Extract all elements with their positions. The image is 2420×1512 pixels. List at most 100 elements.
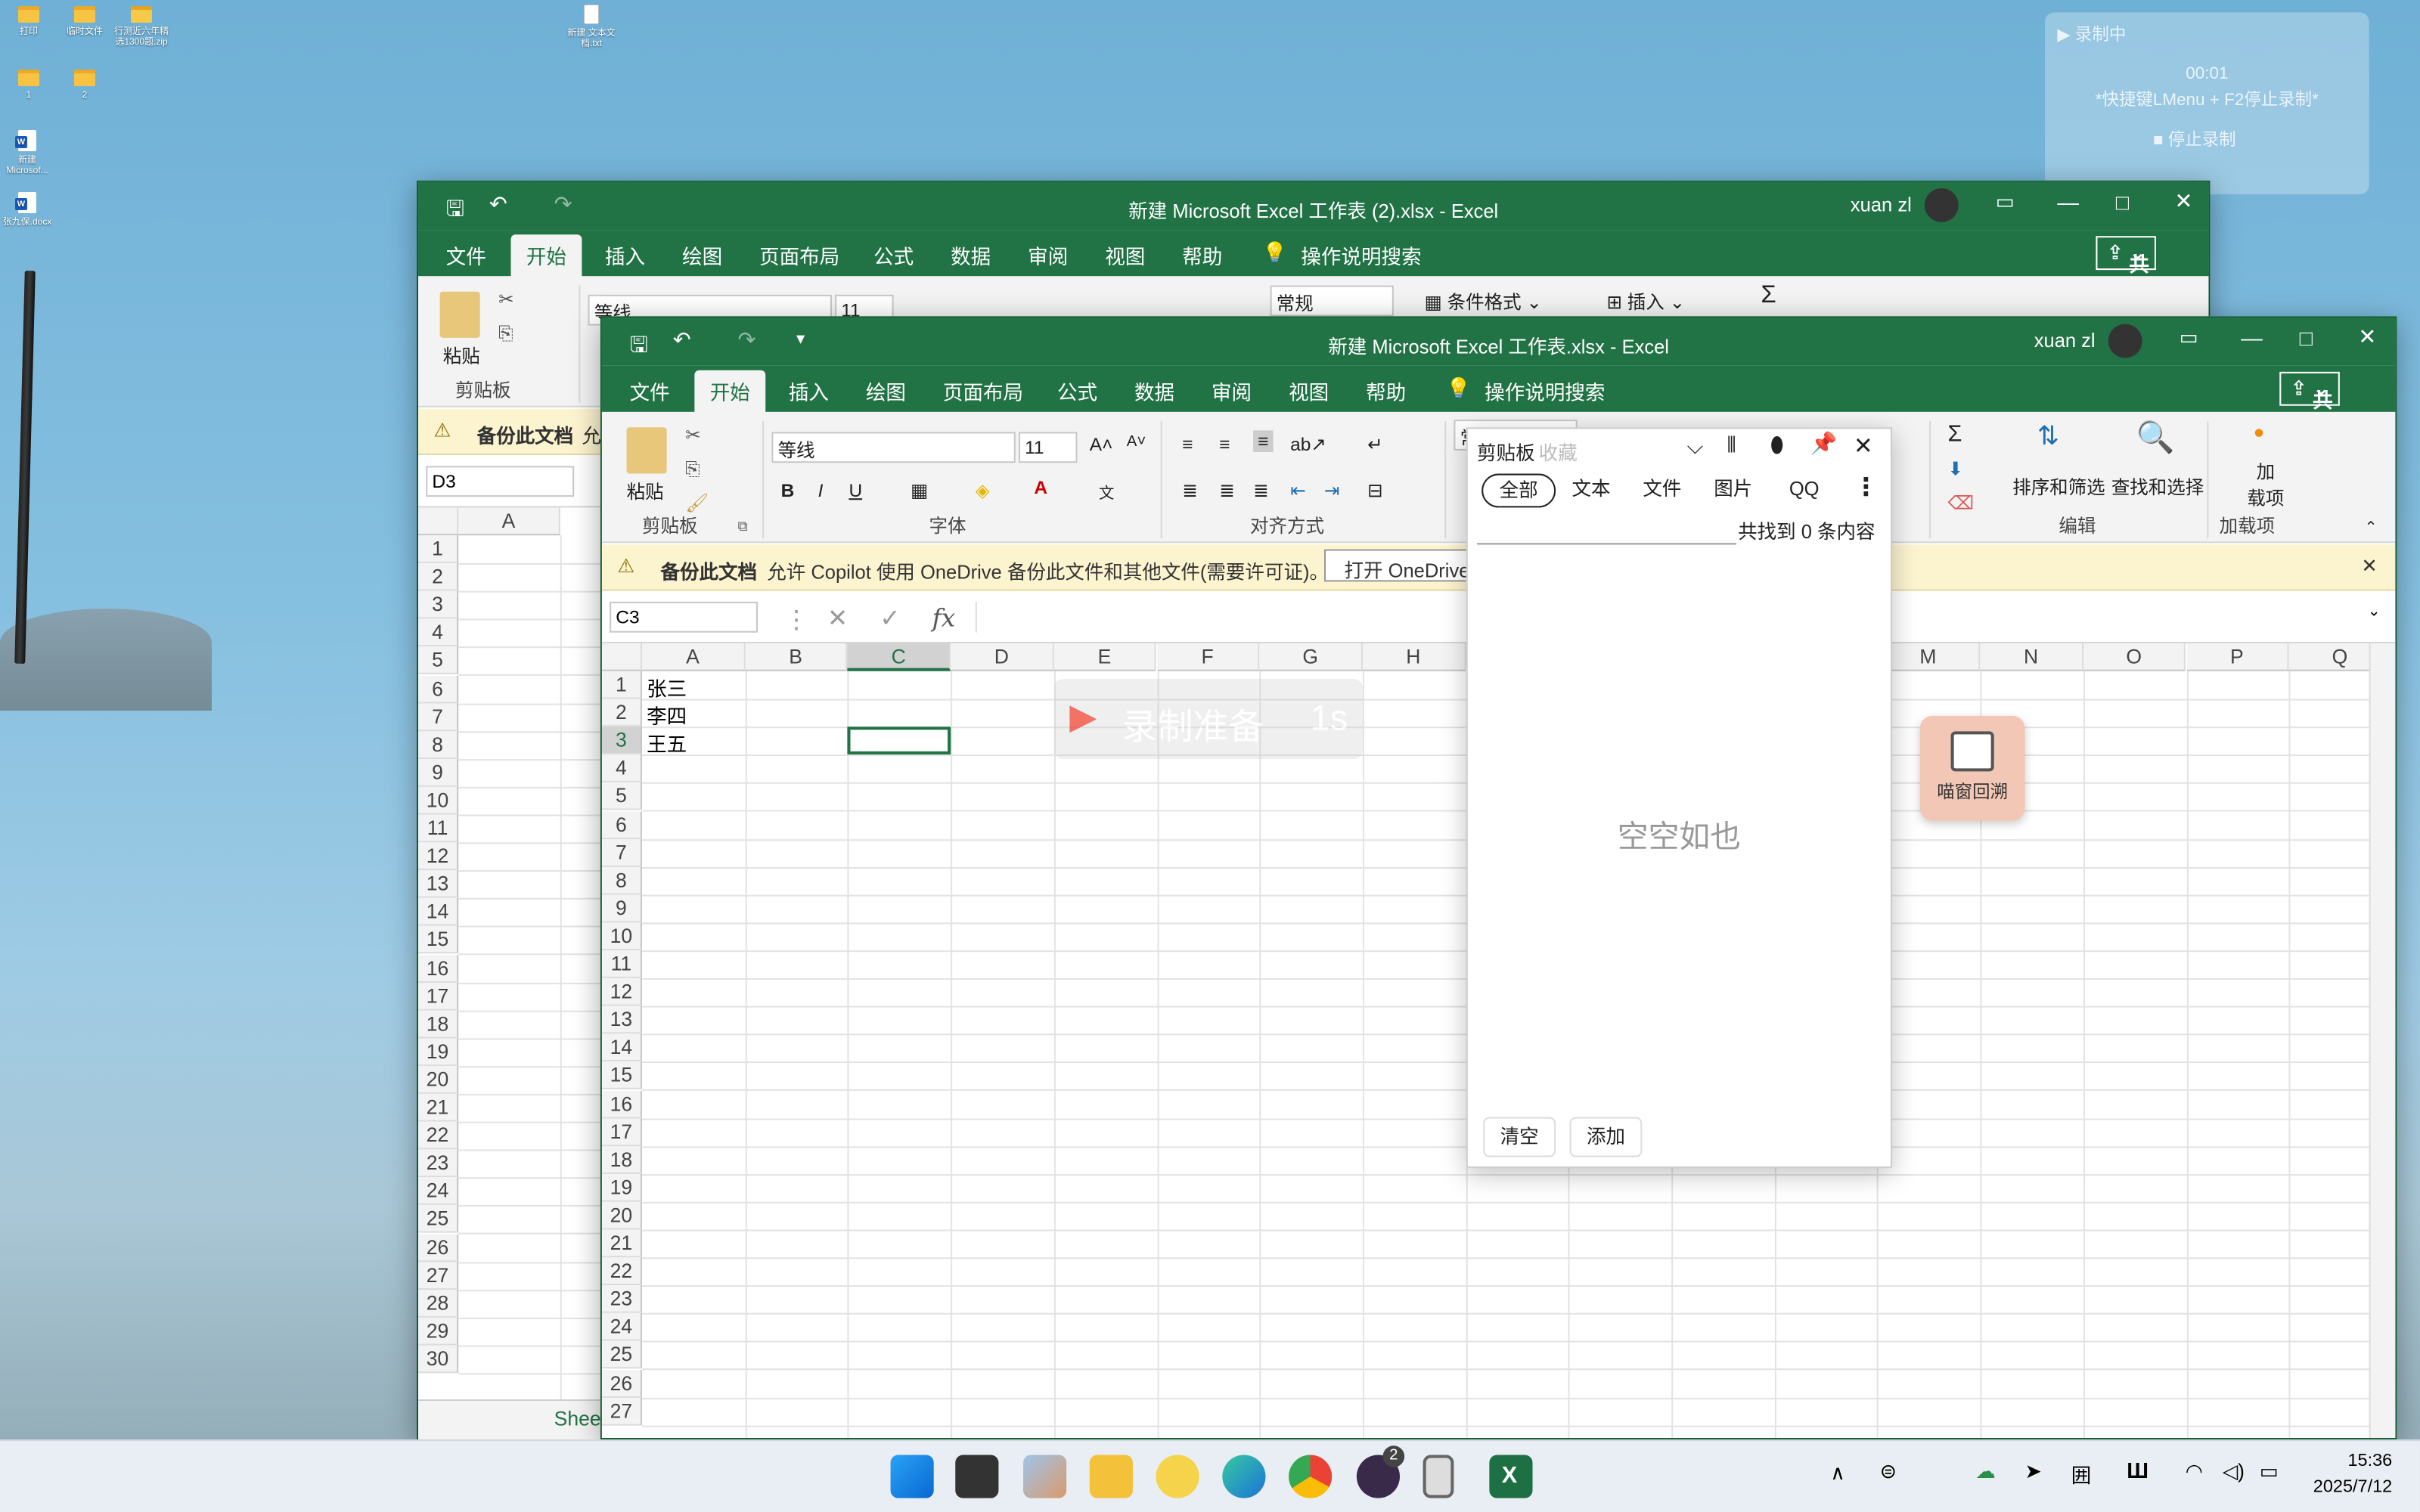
row-header[interactable]: 5 xyxy=(418,646,459,675)
tab-view[interactable]: 视图 xyxy=(1289,376,1329,406)
tell-me-search[interactable]: 操作说明搜索 xyxy=(1485,376,1605,406)
dialog-launcher-icon[interactable]: ⧉ xyxy=(738,519,748,535)
row-header[interactable]: 10 xyxy=(601,922,642,951)
row-header[interactable]: 25 xyxy=(601,1341,642,1370)
tab-data[interactable]: 数据 xyxy=(951,240,991,270)
tab-view[interactable]: 视图 xyxy=(1105,240,1145,270)
row-header[interactable]: 3 xyxy=(601,727,642,755)
tell-me-search[interactable]: 操作说明搜索 xyxy=(1301,240,1421,270)
collapse-ribbon-icon[interactable]: ⌃ xyxy=(2365,520,2378,537)
row-header[interactable]: 3 xyxy=(418,591,459,619)
maximize-icon[interactable]: □ xyxy=(2116,190,2129,215)
row-header[interactable]: 14 xyxy=(418,898,459,927)
grow-font-icon[interactable]: A˄ xyxy=(1090,433,1113,455)
filter-all[interactable]: 全部 xyxy=(1481,473,1556,508)
row-header[interactable]: 21 xyxy=(418,1093,459,1122)
phone-icon[interactable] xyxy=(1423,1455,1454,1498)
font-name-dropdown[interactable]: 等线 xyxy=(771,432,1016,463)
cut-icon[interactable]: ✂ xyxy=(498,289,514,311)
align-center-icon[interactable]: ≣ xyxy=(1219,480,1235,502)
expand-formula-icon[interactable]: ⌄ xyxy=(2368,603,2381,620)
file-explorer-icon[interactable] xyxy=(1089,1455,1133,1498)
font-color-icon[interactable]: A xyxy=(1034,477,1047,499)
ribbon-display-icon[interactable]: ▭ xyxy=(1996,190,2015,215)
row-header[interactable]: 13 xyxy=(418,870,459,899)
row-header[interactable]: 6 xyxy=(601,810,642,839)
row-header[interactable]: 24 xyxy=(418,1177,459,1206)
send-icon[interactable]: ➤ xyxy=(2025,1460,2042,1485)
column-header-g[interactable]: G xyxy=(1259,643,1363,671)
find-icon[interactable]: 🔍 xyxy=(2136,418,2174,457)
edge-icon[interactable] xyxy=(1222,1455,1266,1498)
float-widget[interactable]: 喵窗回溯 xyxy=(1919,715,2025,821)
row-header[interactable]: 27 xyxy=(601,1397,642,1426)
tab-page-layout[interactable]: 页面布局 xyxy=(943,376,1023,406)
app-tray-icon[interactable]: Ш xyxy=(2127,1458,2149,1483)
merge-center-icon[interactable]: ⊟ xyxy=(1367,480,1383,502)
row-header[interactable]: 19 xyxy=(418,1038,459,1066)
format-painter-icon[interactable]: 🖌 xyxy=(685,492,709,514)
row-header[interactable]: 15 xyxy=(601,1061,642,1090)
enter-icon[interactable]: ✓ xyxy=(880,603,900,634)
row-header[interactable]: 18 xyxy=(601,1145,642,1174)
input-method-icon[interactable]: 囲 xyxy=(2071,1460,2092,1489)
row-header[interactable]: 11 xyxy=(418,814,459,843)
tab-file[interactable]: 文件 xyxy=(630,376,670,406)
row-header[interactable]: 7 xyxy=(418,702,459,731)
row-header[interactable]: 12 xyxy=(601,978,642,1006)
stop-recording-button[interactable]: ■ 停止录制 xyxy=(2153,126,2236,151)
close-icon[interactable]: ✕ xyxy=(2358,324,2376,351)
cut-icon[interactable]: ✂ xyxy=(685,424,701,446)
select-all-corner[interactable] xyxy=(418,507,459,536)
border-icon[interactable]: ▦ xyxy=(911,480,928,502)
share-button[interactable]: ⇪ 共享 ⌄ xyxy=(2096,236,2157,305)
sort-filter-icon[interactable]: ⇅ xyxy=(2037,421,2059,452)
row-header[interactable]: 13 xyxy=(601,1005,642,1034)
clipboard-popup[interactable]: 剪贴板 收藏 ⌵ ⫴ ⬮ 📌 ✕ 全部 文本 文件 图片 QQ ⋮ 共找到 0 … xyxy=(1466,427,1893,1168)
clear-button[interactable]: 清空 xyxy=(1483,1117,1556,1157)
tab-file[interactable]: 文件 xyxy=(446,240,486,270)
tab-help[interactable]: 帮助 xyxy=(1182,240,1222,270)
font-size-dropdown[interactable]: 11 xyxy=(1018,432,1078,463)
cell-a2[interactable]: 李四 xyxy=(647,701,687,730)
row-header[interactable]: 1 xyxy=(418,535,459,564)
column-header-d[interactable]: D xyxy=(951,643,1054,671)
add-button[interactable]: 添加 xyxy=(1569,1117,1643,1157)
row-header[interactable]: 21 xyxy=(601,1229,642,1258)
filter-qq[interactable]: QQ xyxy=(1773,474,1835,508)
close-icon[interactable]: ✕ xyxy=(1854,432,1873,460)
mouse-icon[interactable]: ⬮ xyxy=(1770,432,1784,458)
more-icon[interactable]: ⋮ xyxy=(1854,472,1879,503)
tab-formulas[interactable]: 公式 xyxy=(873,240,914,270)
row-header[interactable]: 20 xyxy=(601,1201,642,1230)
fill-down-icon[interactable]: ⬇ xyxy=(1947,458,1963,480)
row-header[interactable]: 23 xyxy=(601,1285,642,1314)
row-header[interactable]: 7 xyxy=(601,838,642,867)
row-header[interactable]: 9 xyxy=(418,758,459,787)
sort-filter-label[interactable]: 排序和筛选 xyxy=(2012,474,2105,500)
function-icon[interactable]: fx xyxy=(932,603,956,633)
row-header[interactable]: 1 xyxy=(601,671,642,699)
tab-review[interactable]: 审阅 xyxy=(1028,240,1068,270)
cancel-icon[interactable]: ✕ xyxy=(827,603,848,634)
close-bar-icon[interactable]: ✕ xyxy=(2361,554,2377,578)
chrome-icon[interactable] xyxy=(1289,1455,1333,1498)
tab-home[interactable]: 开始 xyxy=(510,234,582,283)
paste-icon[interactable] xyxy=(626,427,667,474)
wifi-icon[interactable]: ◠ xyxy=(2186,1460,2203,1485)
row-header[interactable]: 8 xyxy=(418,730,459,759)
row-header[interactable]: 18 xyxy=(418,1010,459,1039)
find-select-label[interactable]: 查找和选择 xyxy=(2111,474,2204,500)
excel-taskbar-icon[interactable]: X xyxy=(1489,1455,1533,1498)
filter-image[interactable]: 图片 xyxy=(1702,474,1764,508)
row-header[interactable]: 22 xyxy=(418,1121,459,1150)
row-header[interactable]: 11 xyxy=(601,950,642,979)
column-header-o[interactable]: O xyxy=(2083,643,2186,671)
widgets-icon[interactable] xyxy=(1023,1455,1067,1498)
decrease-indent-icon[interactable]: ⇤ xyxy=(1290,480,1306,502)
row-header[interactable]: 14 xyxy=(601,1033,642,1062)
underline-icon[interactable]: U xyxy=(849,480,862,502)
row-header[interactable]: 12 xyxy=(418,842,459,871)
selected-cell[interactable] xyxy=(848,727,951,755)
clipboard-tab[interactable]: 剪贴板 xyxy=(1477,437,1535,466)
